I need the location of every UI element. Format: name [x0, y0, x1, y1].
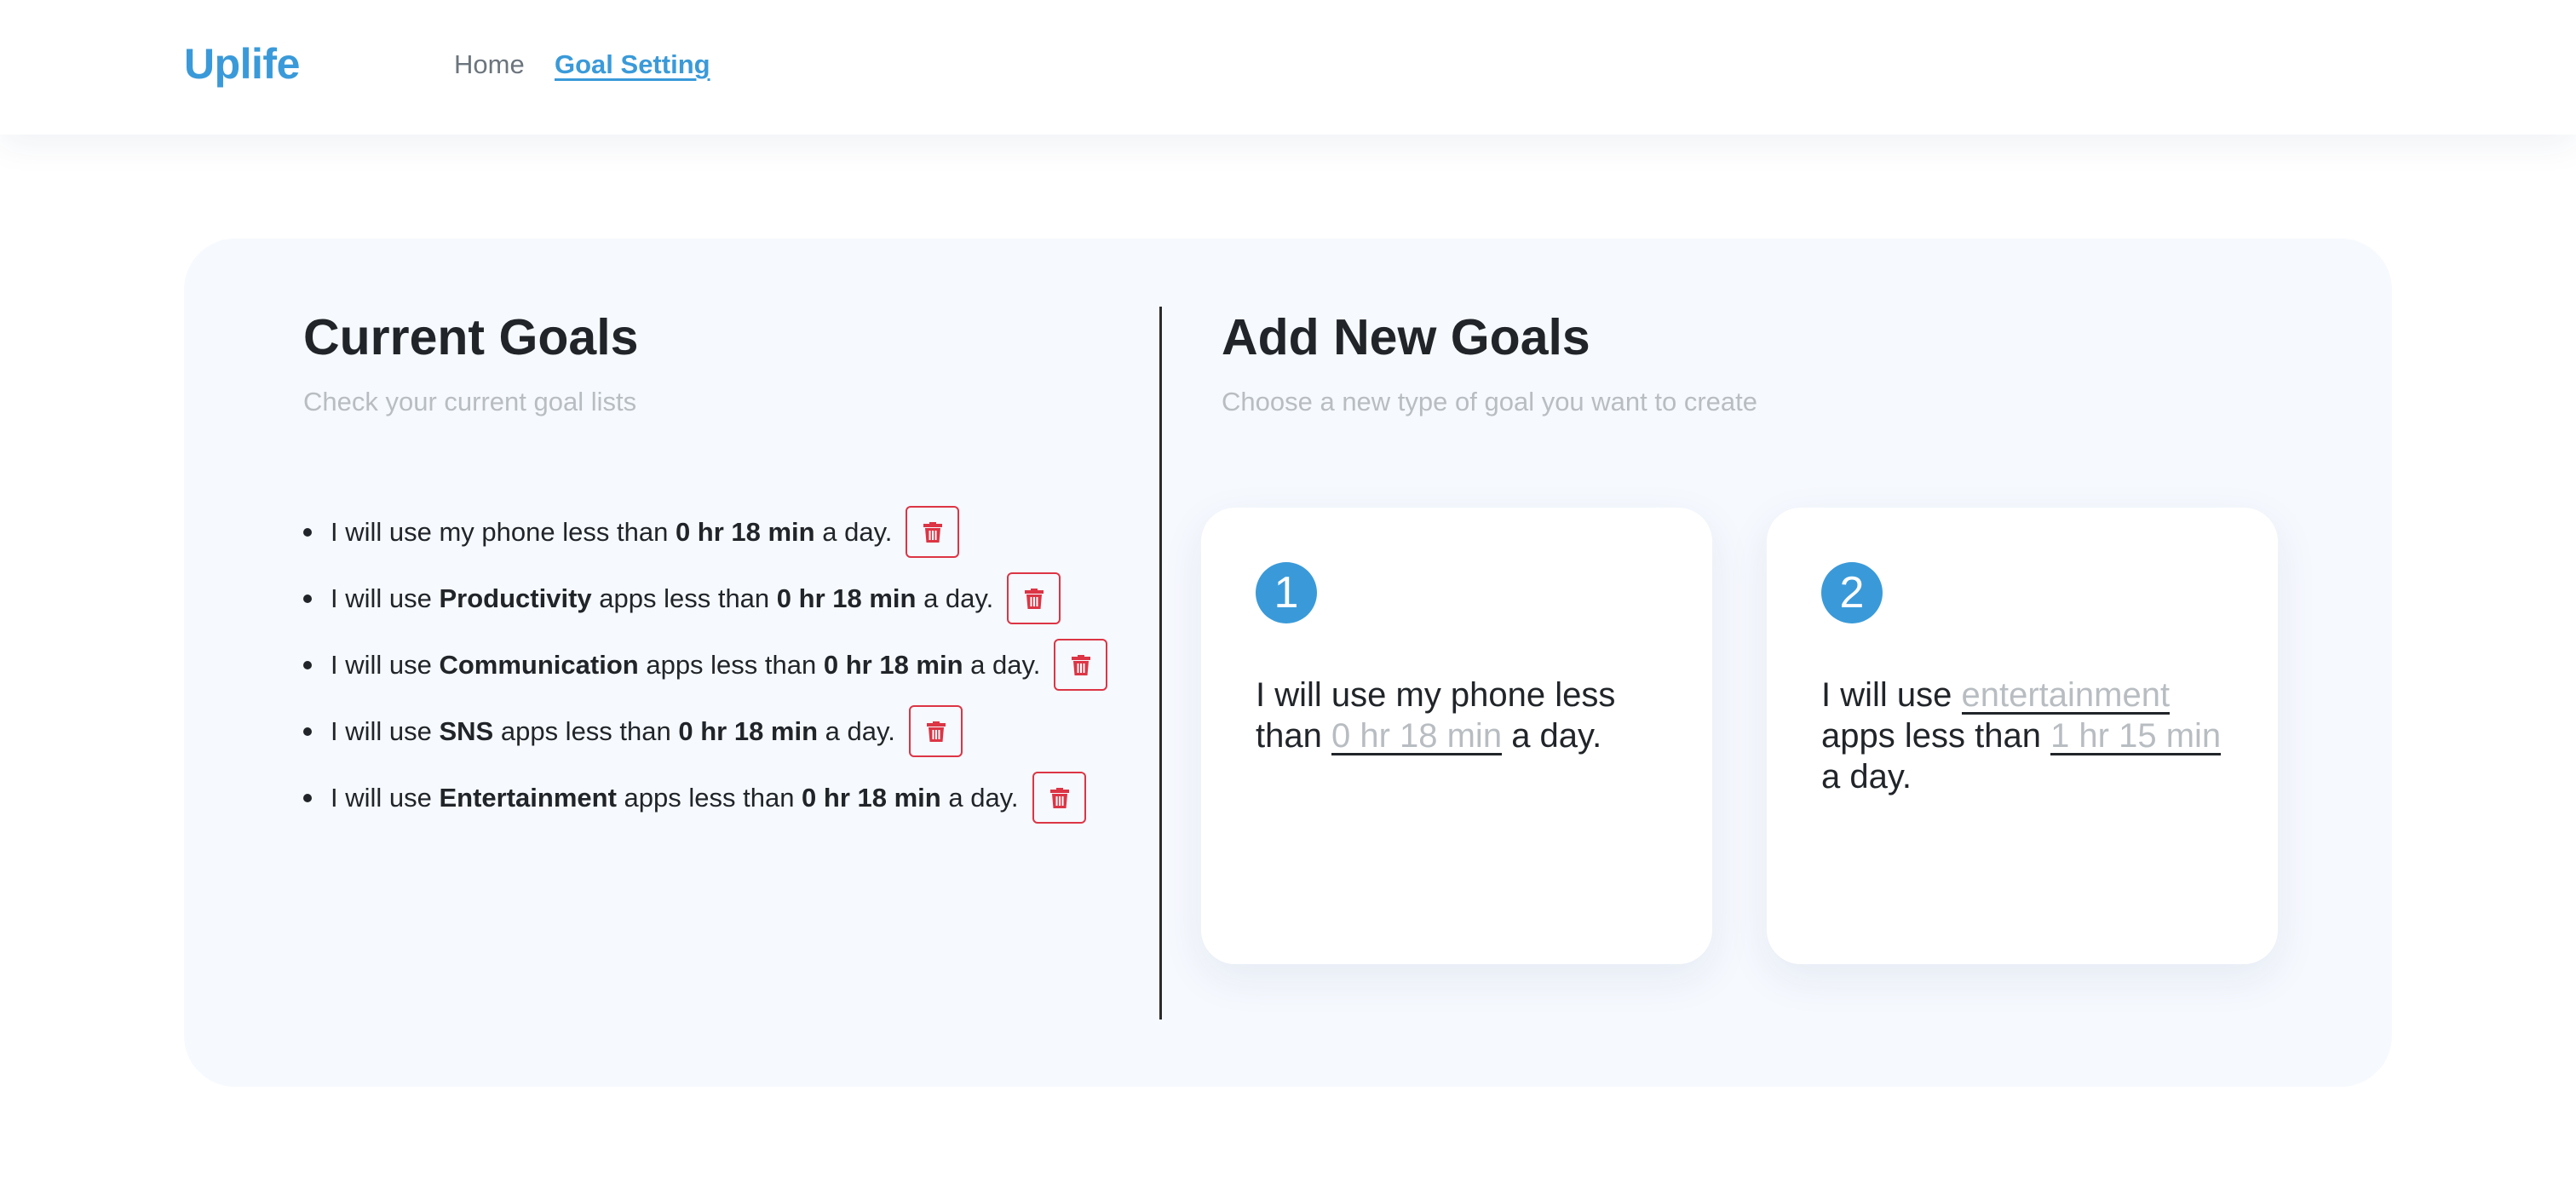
top-navbar: Uplife Home Goal Setting: [0, 0, 2576, 135]
category-input[interactable]: entertainment: [1961, 678, 2171, 715]
card-goal-sentence: I will use my phone less than 0 hr 18 mi…: [1256, 675, 1682, 756]
new-goal-card-category[interactable]: 2 I will use entertainment apps less than…: [1767, 508, 2278, 964]
goal-text-prefix: I will use: [331, 649, 440, 680]
goal-category: Entertainment: [439, 782, 617, 813]
new-goals-subtitle: Choose a new type of goal you want to cr…: [1222, 387, 1758, 416]
time-input[interactable]: 1 hr 15 min: [2050, 719, 2222, 755]
brand-logo[interactable]: Uplife: [184, 39, 300, 89]
delete-goal-button[interactable]: [1032, 772, 1086, 824]
goal-time: 0 hr 18 min: [675, 516, 815, 547]
goal-text-mid: apps less than: [493, 715, 679, 746]
goal-item: I will use my phone less than 0 hr 18 mi…: [303, 506, 960, 558]
goal-text-prefix: I will use: [331, 715, 440, 746]
goal-time: 0 hr 18 min: [776, 583, 917, 613]
delete-goal-button[interactable]: [1054, 639, 1108, 691]
current-goals-subtitle: Check your current goal lists: [303, 387, 637, 416]
goal-text-prefix: I will use: [331, 583, 440, 613]
trash-icon: [926, 721, 946, 742]
goal-text-suffix: a day.: [818, 715, 895, 746]
goal-text-prefix: I will use my phone less than: [331, 516, 676, 547]
goal-time: 0 hr 18 min: [802, 782, 941, 813]
current-goals-title: Current Goals: [303, 309, 639, 365]
trash-icon: [1025, 589, 1044, 609]
card-text-b: apps less than: [1821, 717, 2051, 755]
nav-link-home[interactable]: Home: [454, 49, 525, 80]
time-input[interactable]: 0 hr 18 min: [1331, 719, 1503, 755]
section-divider: [1159, 307, 1162, 1020]
card-goal-sentence: I will use entertainment apps less than 1…: [1821, 675, 2247, 797]
card-number-badge: 1: [1256, 562, 1317, 623]
goal-text-suffix: a day.: [963, 649, 1041, 680]
bullet-icon: [303, 660, 312, 669]
goal-text-mid: apps less than: [591, 583, 777, 613]
card-number-badge: 2: [1821, 562, 1883, 623]
goal-text-suffix: a day.: [940, 782, 1019, 813]
card-text-b: a day.: [1502, 717, 1602, 755]
new-goal-card-phone[interactable]: 1 I will use my phone less than 0 hr 18 …: [1201, 508, 1712, 964]
goal-time: 0 hr 18 min: [823, 649, 963, 680]
delete-goal-button[interactable]: [908, 705, 963, 757]
goal-item: I will use Entertainment apps less than …: [303, 772, 1086, 824]
goal-text-suffix: a day.: [814, 516, 893, 547]
bullet-icon: [303, 793, 312, 802]
card-text-c: a day.: [1821, 758, 1912, 796]
goal-category: Productivity: [439, 583, 592, 613]
goal-time: 0 hr 18 min: [678, 715, 819, 746]
bullet-icon: [303, 727, 312, 736]
trash-icon: [923, 522, 943, 543]
bullet-icon: [303, 527, 312, 537]
goal-text-mid: apps less than: [616, 782, 802, 813]
goal-text-mid: apps less than: [638, 649, 824, 680]
trash-icon: [1072, 655, 1091, 675]
goal-category: SNS: [439, 715, 494, 746]
goal-item: I will use Productivity apps less than 0…: [303, 572, 1061, 624]
new-goals-title: Add New Goals: [1222, 309, 1590, 365]
delete-goal-button[interactable]: [906, 506, 960, 558]
trash-icon: [1049, 788, 1069, 808]
bullet-icon: [303, 594, 312, 603]
goal-item: I will use SNS apps less than 0 hr 18 mi…: [303, 705, 963, 757]
delete-goal-button[interactable]: [1007, 572, 1061, 624]
goal-item: I will use Communication apps less than …: [303, 639, 1108, 691]
goal-category: Communication: [439, 649, 639, 680]
card-text-a: I will use: [1821, 676, 1962, 714]
goal-text-prefix: I will use: [331, 782, 440, 813]
nav-link-goal-setting[interactable]: Goal Setting: [555, 49, 710, 80]
goal-text-suffix: a day.: [916, 583, 994, 613]
